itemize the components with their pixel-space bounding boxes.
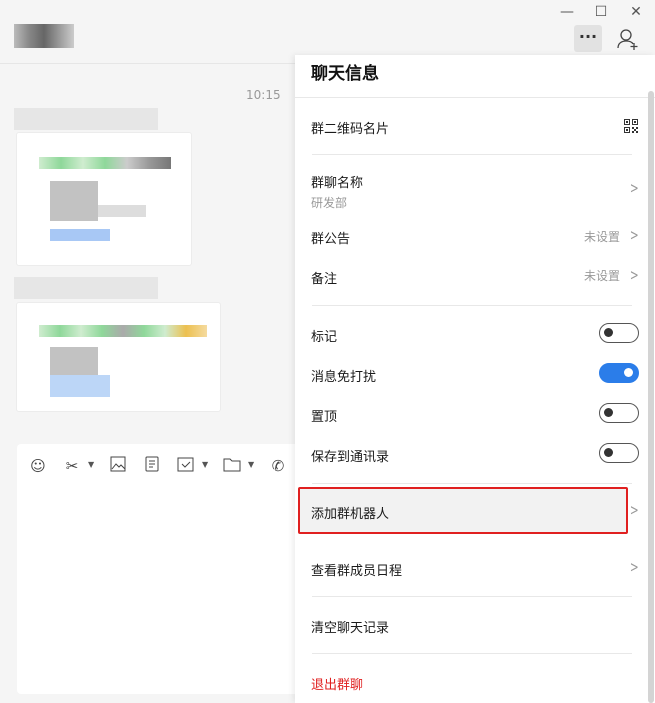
chevron-right-icon: >: [629, 179, 639, 197]
message-card[interactable]: [16, 132, 192, 266]
divider: [312, 305, 632, 306]
mute-label: 消息免打扰: [311, 370, 377, 385]
save-contacts-label: 保存到通讯录: [311, 450, 390, 465]
screenshot-dropdown-icon[interactable]: ▼: [88, 460, 94, 469]
remark-label[interactable]: 备注: [311, 268, 337, 287]
announcement-label[interactable]: 群公告: [311, 228, 350, 247]
folder-icon[interactable]: [222, 456, 242, 476]
more-button[interactable]: ···: [574, 25, 602, 52]
panel-title: 聊天信息: [311, 64, 379, 84]
message-timestamp: 10:15: [246, 88, 281, 102]
sender-name-blurred: [14, 277, 158, 299]
qr-code-icon[interactable]: [624, 119, 638, 133]
divider: [312, 653, 632, 654]
schedule-icon[interactable]: [176, 456, 196, 476]
phone-icon[interactable]: ✆: [268, 456, 288, 476]
chevron-right-icon: >: [629, 558, 639, 576]
mute-toggle[interactable]: [599, 363, 639, 383]
maximize-button[interactable]: ☐: [590, 2, 612, 22]
image-icon[interactable]: [108, 456, 128, 476]
add-user-icon: [617, 29, 638, 50]
divider: [312, 483, 632, 484]
chevron-right-icon: >: [629, 501, 639, 519]
pin-toggle[interactable]: [599, 403, 639, 423]
chat-title-blurred: [14, 24, 74, 48]
message-input[interactable]: [17, 444, 307, 694]
divider: [295, 97, 655, 98]
close-button[interactable]: ✕: [625, 2, 647, 22]
group-name-label: 群聊名称: [311, 176, 364, 191]
add-member-button[interactable]: [614, 26, 642, 52]
qr-code-row[interactable]: 群二维码名片: [311, 118, 641, 138]
divider: [312, 154, 632, 155]
group-name-row[interactable]: 群聊名称 研发部: [311, 172, 363, 211]
message-card[interactable]: [16, 302, 221, 412]
chat-info-panel: 聊天信息 群二维码名片 群聊名称 研发部 > 群公告 未设置 > 备注 未设置 …: [295, 55, 655, 703]
mark-toggle[interactable]: [599, 323, 639, 343]
qr-code-label: 群二维码名片: [311, 122, 390, 137]
emoji-icon[interactable]: ☺: [28, 456, 48, 476]
save-contacts-toggle[interactable]: [599, 443, 639, 463]
pin-label: 置顶: [311, 410, 338, 425]
leave-group-button[interactable]: 退出群聊: [311, 674, 363, 693]
folder-dropdown-icon[interactable]: ▼: [248, 460, 254, 469]
clear-history-button[interactable]: 清空聊天记录: [311, 617, 389, 636]
minimize-button[interactable]: —: [556, 2, 578, 22]
remark-value: 未设置: [584, 269, 621, 283]
member-schedule-row[interactable]: 查看群成员日程: [311, 560, 402, 579]
add-bot-label: 添加群机器人: [311, 507, 390, 522]
chevron-right-icon: >: [629, 226, 639, 244]
mark-label: 标记: [311, 330, 338, 345]
chevron-right-icon: >: [629, 266, 639, 284]
announcement-value: 未设置: [584, 230, 621, 244]
group-name-value: 研发部: [311, 196, 348, 210]
schedule-dropdown-icon[interactable]: ▼: [202, 460, 208, 469]
screenshot-icon[interactable]: ✂: [62, 456, 82, 476]
sender-name-blurred: [14, 108, 158, 130]
scrollbar[interactable]: [648, 91, 654, 703]
divider: [312, 596, 632, 597]
document-icon[interactable]: [142, 456, 162, 476]
